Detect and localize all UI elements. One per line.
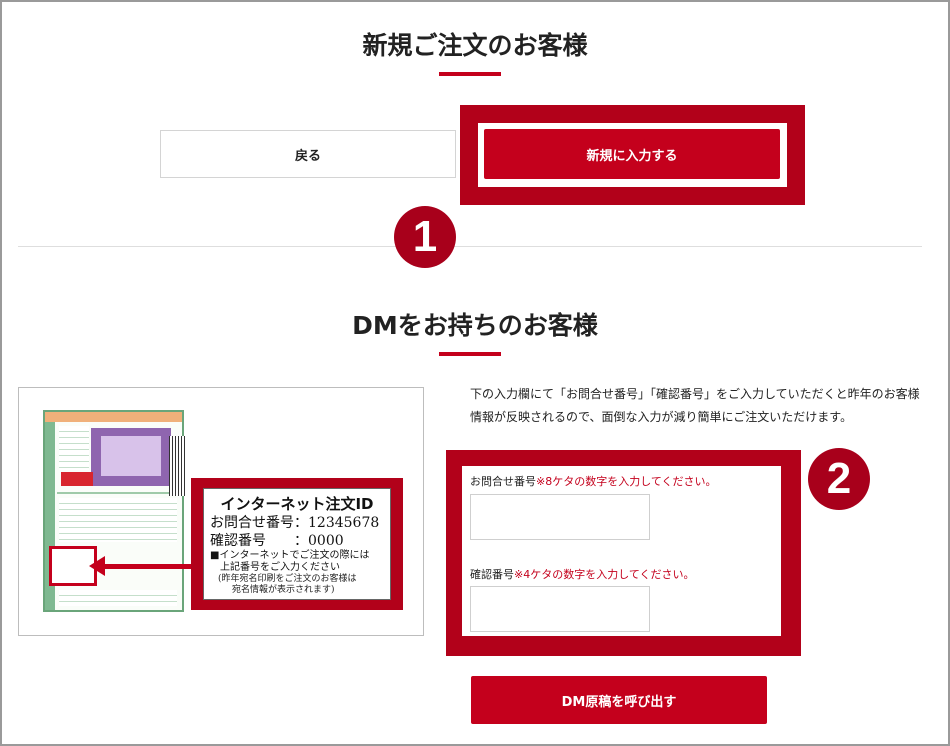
postcard-lines xyxy=(59,426,89,470)
confirm-number-input[interactable] xyxy=(470,586,650,632)
postcard-rule xyxy=(57,492,177,494)
postcard-purple-inner xyxy=(101,436,161,476)
postcard-illustration xyxy=(43,410,184,612)
callout-confirm-row: 確認番号 ：0000 xyxy=(210,533,344,549)
dm-sample-image: インターネット注文ID お問合せ番号：12345678 確認番号 ：0000 ■… xyxy=(18,387,424,636)
inquiry-label: お問合せ番号※8ケタの数字を入力してください。 xyxy=(470,473,717,489)
callout-title: インターネット注文ID xyxy=(220,495,374,513)
confirm-label-text: 確認番号 xyxy=(470,568,514,581)
title-underline xyxy=(439,72,501,76)
postcard-red-mark xyxy=(61,472,93,486)
step-2-badge: 2 xyxy=(808,448,870,510)
callout-box: インターネット注文ID お問合せ番号：12345678 確認番号 ：0000 ■… xyxy=(203,488,391,600)
callout-small-note: 宛名情報が表示されます) xyxy=(232,585,335,595)
postcard-lines xyxy=(59,498,177,542)
back-button[interactable]: 戻る xyxy=(160,130,456,178)
callout-arrow xyxy=(103,564,195,569)
dm-description: 下の入力欄にて「お問合せ番号」「確認番号」をご入力していただくと昨年のお客様情報… xyxy=(470,387,920,424)
step-1-badge: 1 xyxy=(394,206,456,268)
new-entry-button[interactable]: 新規に入力する xyxy=(484,129,780,179)
section-divider xyxy=(18,246,922,247)
inquiry-number-input[interactable] xyxy=(470,494,650,540)
inquiry-hint: ※8ケタの数字を入力してください。 xyxy=(536,475,717,488)
callout-note: 上記番号をご入力ください xyxy=(220,562,340,573)
callout-small-note: (昨年宛名印刷をご注文のお客様は xyxy=(218,574,357,584)
confirm-hint: ※4ケタの数字を入力してください。 xyxy=(514,568,695,581)
arrow-left-icon xyxy=(89,556,105,576)
postcard-lines xyxy=(59,590,177,606)
title-underline xyxy=(439,352,501,356)
dm-customer-title: DMをお持ちのお客様 xyxy=(352,311,598,340)
postcard-header-band xyxy=(45,412,182,422)
barcode-icon xyxy=(169,436,185,496)
load-dm-button[interactable]: DM原稿を呼び出す xyxy=(471,676,767,724)
inquiry-label-text: お問合せ番号 xyxy=(470,475,536,488)
callout-note: ■インターネットでご注文の際には xyxy=(210,550,370,561)
confirm-label: 確認番号※4ケタの数字を入力してください。 xyxy=(470,566,695,582)
dm-form: お問合せ番号※8ケタの数字を入力してください。 確認番号※4ケタの数字を入力して… xyxy=(462,466,781,636)
new-customer-title: 新規ご注文のお客様 xyxy=(362,31,588,60)
callout-inquiry-row: お問合せ番号：12345678 xyxy=(210,515,380,531)
